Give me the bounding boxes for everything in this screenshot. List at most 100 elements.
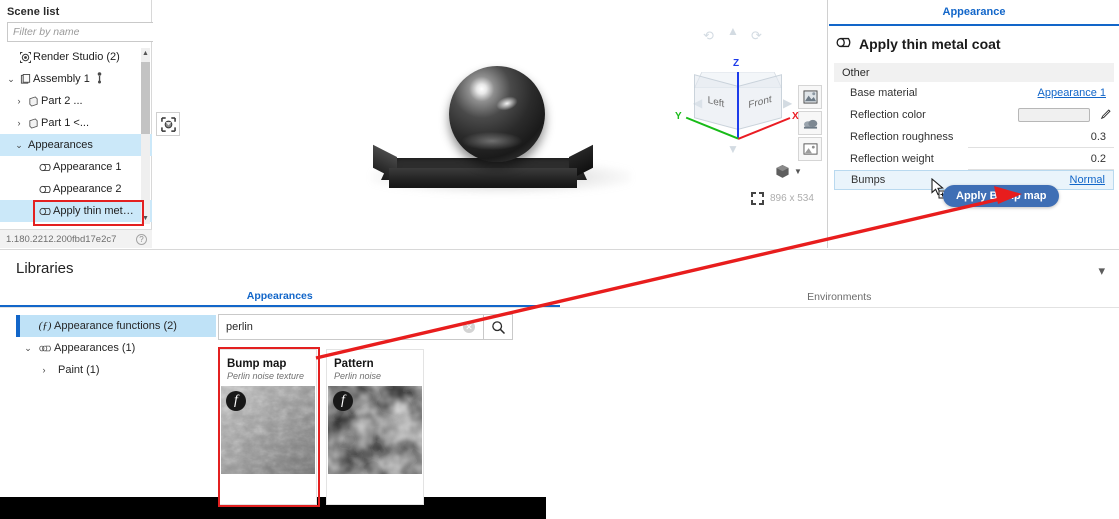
scene-list-title: Scene list: [7, 6, 60, 18]
render-studio-icon: [18, 51, 33, 63]
scene-filter-input[interactable]: [7, 22, 156, 42]
rotate-left-arrow-icon[interactable]: ⟲: [703, 28, 714, 44]
perlin-pattern-thumbnail: f: [328, 386, 422, 474]
tree-item-label: Appearance 2: [53, 183, 122, 195]
chevron-down-icon[interactable]: ▾: [1098, 263, 1105, 279]
scroll-up-icon[interactable]: ▲: [141, 48, 150, 59]
pencil-icon[interactable]: [1100, 108, 1112, 123]
tree-item-assembly-1[interactable]: ⌄ Assembly 1: [0, 68, 152, 90]
tree-item-part-2[interactable]: › Part 2 ...: [0, 90, 152, 112]
view-cube[interactable]: ⟲ ▲ ⟳ ◀ ▶ ▼ Left Front Z X Y ▼: [667, 24, 802, 178]
chevron-down-icon[interactable]: ⌄: [12, 140, 26, 151]
section-header-other: Other: [834, 63, 1114, 82]
render-image-icon[interactable]: [798, 85, 822, 109]
render-studio-window: Scene list Render Studio (2) ⌄ Assembly …: [0, 0, 1119, 519]
function-badge-icon: f: [226, 391, 246, 411]
assembly-pin-icon[interactable]: [96, 71, 103, 87]
axis-y-label: Y: [675, 111, 682, 122]
property-row-reflection-color[interactable]: Reflection color: [834, 104, 1114, 126]
libraries-title: Libraries: [16, 260, 74, 277]
scrollbar-thumb[interactable]: [141, 62, 150, 134]
property-row-base-material[interactable]: Base material Appearance 1: [834, 82, 1114, 104]
tree-item-label: Render Studio (2): [33, 51, 120, 63]
appearances-group-icon: [36, 344, 54, 353]
tree-item-appearances[interactable]: ⌄ Appearances: [0, 134, 152, 156]
reflection-weight-value[interactable]: 0.2: [968, 148, 1114, 170]
tree-item-label: Part 2 ...: [41, 95, 83, 107]
tree-item-apply-thin-metal[interactable]: Apply thin metal ...: [0, 200, 152, 222]
library-item-appearances[interactable]: ⌄ Appearances (1): [16, 337, 216, 359]
reflection-roughness-value[interactable]: 0.3: [968, 126, 1114, 148]
property-label: Reflection roughness: [850, 131, 954, 143]
chevron-down-icon[interactable]: ⌄: [20, 343, 36, 354]
library-item-appearance-functions[interactable]: (ƒ) Appearance functions (2): [16, 315, 216, 337]
chevron-right-icon[interactable]: ›: [12, 96, 26, 106]
environment-icon[interactable]: [798, 111, 822, 135]
search-input[interactable]: [218, 314, 483, 340]
tree-item-appearance-2[interactable]: Appearance 2: [0, 178, 152, 200]
scene-tree: Render Studio (2) ⌄ Assembly 1 › Part 2 …: [0, 46, 152, 228]
view-preset-dropdown[interactable]: ▼: [775, 164, 802, 179]
tree-item-label: Apply thin metal ...: [53, 205, 138, 217]
base-material-link[interactable]: Appearance 1: [1038, 87, 1107, 99]
appearance-panel: Appearance Apply thin metal coat Other B…: [829, 0, 1119, 248]
library-item-label: Appearance functions (2): [54, 320, 177, 332]
chevron-down-icon[interactable]: ▼: [794, 167, 802, 176]
tab-appearance[interactable]: Appearance: [829, 0, 1119, 26]
cube-icon: [776, 164, 789, 178]
appearance-title: Apply thin metal coat: [859, 36, 1001, 52]
property-row-reflection-roughness[interactable]: Reflection roughness 0.3: [834, 126, 1114, 148]
arrow-down-icon[interactable]: ▼: [727, 142, 739, 156]
chevron-right-icon[interactable]: ›: [36, 365, 52, 375]
apply-bump-map-button[interactable]: Apply Bump map: [943, 185, 1060, 207]
library-search-row: ✕: [218, 314, 513, 340]
property-row-reflection-weight[interactable]: Reflection weight 0.2: [834, 148, 1114, 170]
card-subtitle: Perlin noise texture: [227, 371, 305, 381]
property-label: Reflection weight: [850, 153, 934, 165]
background-image-icon[interactable]: [798, 137, 822, 161]
render-viewport[interactable]: ⟲ ▲ ⟳ ◀ ▶ ▼ Left Front Z X Y ▼ 896 x 534: [153, 0, 828, 248]
tree-item-part-1[interactable]: › Part 1 <...: [0, 112, 152, 134]
reflection-color-swatch[interactable]: [1018, 108, 1090, 122]
tree-item-label: Part 1 <...: [41, 117, 89, 129]
scene-tree-scrollbar[interactable]: ▲ ▼: [141, 48, 150, 224]
libraries-tabs: Appearances Environments: [0, 287, 1119, 308]
library-card-bump-map[interactable]: Bump map Perlin noise texture f: [219, 349, 317, 505]
libraries-tree: (ƒ) Appearance functions (2) ⌄ Appearanc…: [16, 315, 216, 381]
viewport-tool-stack: [798, 85, 822, 163]
library-item-paint[interactable]: › Paint (1): [16, 359, 216, 381]
library-item-label: Appearances (1): [54, 342, 136, 354]
appearance-icon: [38, 163, 53, 172]
help-icon[interactable]: ?: [136, 233, 147, 245]
scene-footer: 1.180.2212.200fbd17e2c7 ?: [0, 229, 152, 248]
tree-item-label: Appearance 1: [53, 161, 122, 173]
library-results: Bump map Perlin noise texture f Pattern …: [219, 349, 424, 505]
tree-item-appearance-1[interactable]: Appearance 1: [0, 156, 152, 178]
clear-circle-icon[interactable]: ✕: [463, 321, 475, 333]
card-title: Bump map: [227, 358, 287, 370]
version-label: 1.180.2212.200fbd17e2c7: [6, 233, 117, 245]
perlin-bump-thumbnail: f: [221, 386, 315, 474]
appearance-icon: [38, 185, 53, 194]
card-footer: [327, 474, 423, 504]
tab-environments[interactable]: Environments: [560, 287, 1119, 307]
arrow-right-icon[interactable]: ▶: [783, 96, 792, 110]
chevron-down-icon[interactable]: ⌄: [4, 74, 18, 85]
chevron-right-icon[interactable]: ›: [12, 118, 26, 128]
part-icon: [26, 117, 41, 129]
search-icon[interactable]: [483, 314, 513, 340]
function-badge-icon: f: [333, 391, 353, 411]
part-icon: [26, 95, 41, 107]
scroll-down-icon[interactable]: ▼: [141, 213, 150, 224]
property-label: Base material: [850, 87, 918, 99]
tab-appearances[interactable]: Appearances: [0, 287, 560, 307]
library-card-pattern[interactable]: Pattern Perlin noise f: [326, 349, 424, 505]
arrow-up-icon[interactable]: ▲: [727, 24, 739, 38]
crop-frame-icon: [751, 192, 764, 205]
tree-item-label: Assembly 1: [33, 73, 90, 85]
metal-sphere: [449, 66, 545, 162]
bumps-value-link[interactable]: Normal: [1070, 174, 1105, 186]
tree-item-render-studio[interactable]: Render Studio (2): [0, 46, 152, 68]
focus-target-icon[interactable]: [156, 112, 180, 136]
rotate-right-arrow-icon[interactable]: ⟳: [751, 28, 762, 44]
